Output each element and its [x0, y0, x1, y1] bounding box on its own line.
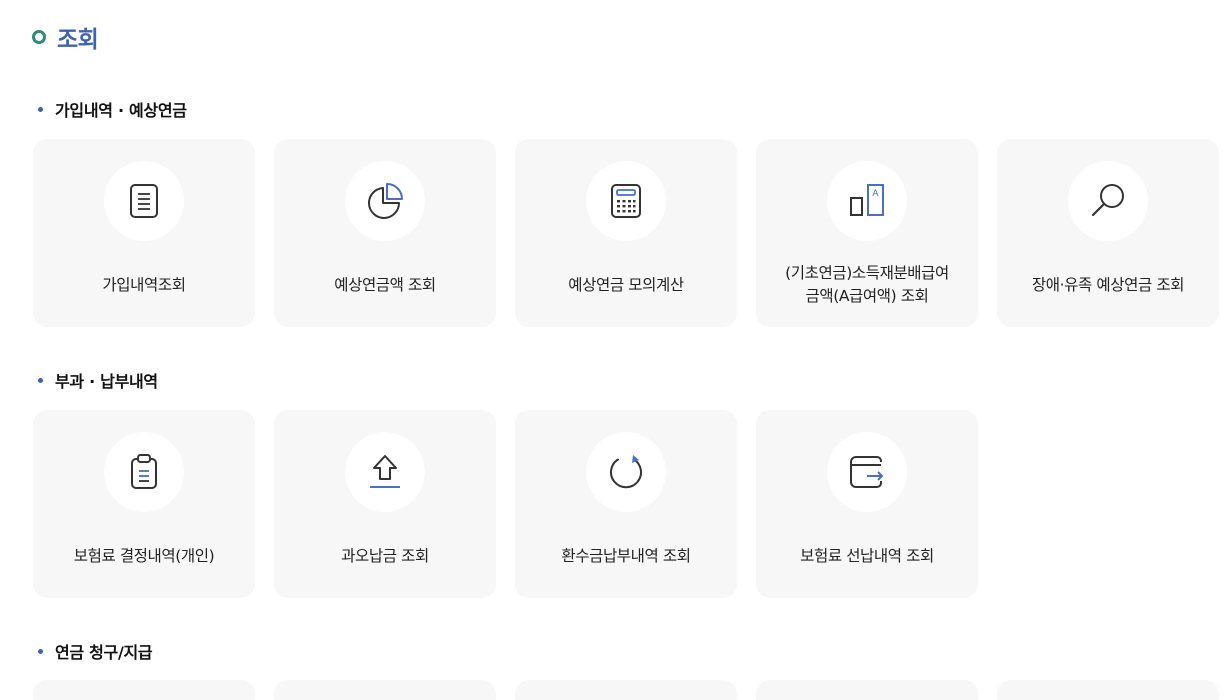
card-partial[interactable] — [274, 680, 496, 700]
card-label: 보험료 결정내역(개인) — [73, 546, 215, 565]
card-row-pension-claim — [33, 680, 1219, 700]
card-partial[interactable] — [997, 680, 1219, 700]
card-subscription-history[interactable]: 가입내역조회 — [33, 139, 255, 327]
card-expected-pension[interactable]: 예상연금액 조회 — [274, 139, 496, 327]
document-list-icon — [104, 161, 184, 241]
card-row-subscription: 가입내역조회 예상연금액 조회 예상연금 모의계산 A (기초연금)소득재분배급… — [33, 139, 1219, 327]
card-premium-prepayment[interactable]: 보험료 선납내역 조회 — [756, 410, 978, 598]
wallet-icon — [827, 432, 907, 512]
svg-text:A: A — [872, 189, 879, 199]
section-bullet-icon — [38, 106, 43, 112]
card-premium-decision[interactable]: 보험료 결정내역(개인) — [33, 410, 255, 598]
card-label: (기초연금)소득재분배급여 금액(A급여액) 조회 — [785, 264, 949, 305]
card-partial[interactable] — [515, 680, 737, 700]
card-partial[interactable] — [33, 680, 255, 700]
card-label: 예상연금액 조회 — [334, 275, 436, 294]
section-title-text: 부과 · 납부내역 — [55, 372, 158, 391]
card-label: 장애·유족 예상연금 조회 — [1031, 275, 1185, 294]
card-basic-pension-a-amount[interactable]: A (기초연금)소득재분배급여 금액(A급여액) 조회 — [756, 139, 978, 327]
magnifier-icon — [1068, 161, 1148, 241]
section-title-pension-claim: 연금 청구/지급 — [38, 639, 153, 663]
card-label: 가입내역조회 — [102, 275, 186, 294]
card-partial[interactable] — [756, 680, 978, 700]
title-bullet-icon — [32, 30, 46, 44]
section-title-subscription: 가입내역 · 예상연금 — [38, 97, 187, 121]
card-overpayment[interactable]: 과오납금 조회 — [274, 410, 496, 598]
section-title-text: 연금 청구/지급 — [55, 643, 153, 662]
card-label: 환수금납부내역 조회 — [561, 546, 691, 565]
card-refund-payment[interactable]: 환수금납부내역 조회 — [515, 410, 737, 598]
section-title-text: 가입내역 · 예상연금 — [55, 101, 187, 120]
card-disability-survivor-pension[interactable]: 장애·유족 예상연금 조회 — [997, 139, 1219, 327]
card-pension-simulation[interactable]: 예상연금 모의계산 — [515, 139, 737, 327]
upload-arrow-icon — [345, 432, 425, 512]
section-bullet-icon — [38, 648, 43, 654]
refresh-circle-icon — [586, 432, 666, 512]
section-title-billing: 부과 · 납부내역 — [38, 368, 158, 392]
page-title: 조회 — [32, 20, 99, 54]
card-label: 과오납금 조회 — [341, 546, 429, 565]
pie-chart-icon — [345, 161, 425, 241]
page-title-text: 조회 — [57, 27, 99, 53]
section-bullet-icon — [38, 377, 43, 383]
clipboard-icon — [104, 432, 184, 512]
card-label: 보험료 선납내역 조회 — [800, 546, 934, 565]
bar-a-icon: A — [827, 161, 907, 241]
calculator-icon — [586, 161, 666, 241]
card-label: 예상연금 모의계산 — [568, 275, 684, 294]
card-row-billing: 보험료 결정내역(개인) 과오납금 조회 환수금납부내역 조회 보험료 선납내역… — [33, 410, 978, 598]
